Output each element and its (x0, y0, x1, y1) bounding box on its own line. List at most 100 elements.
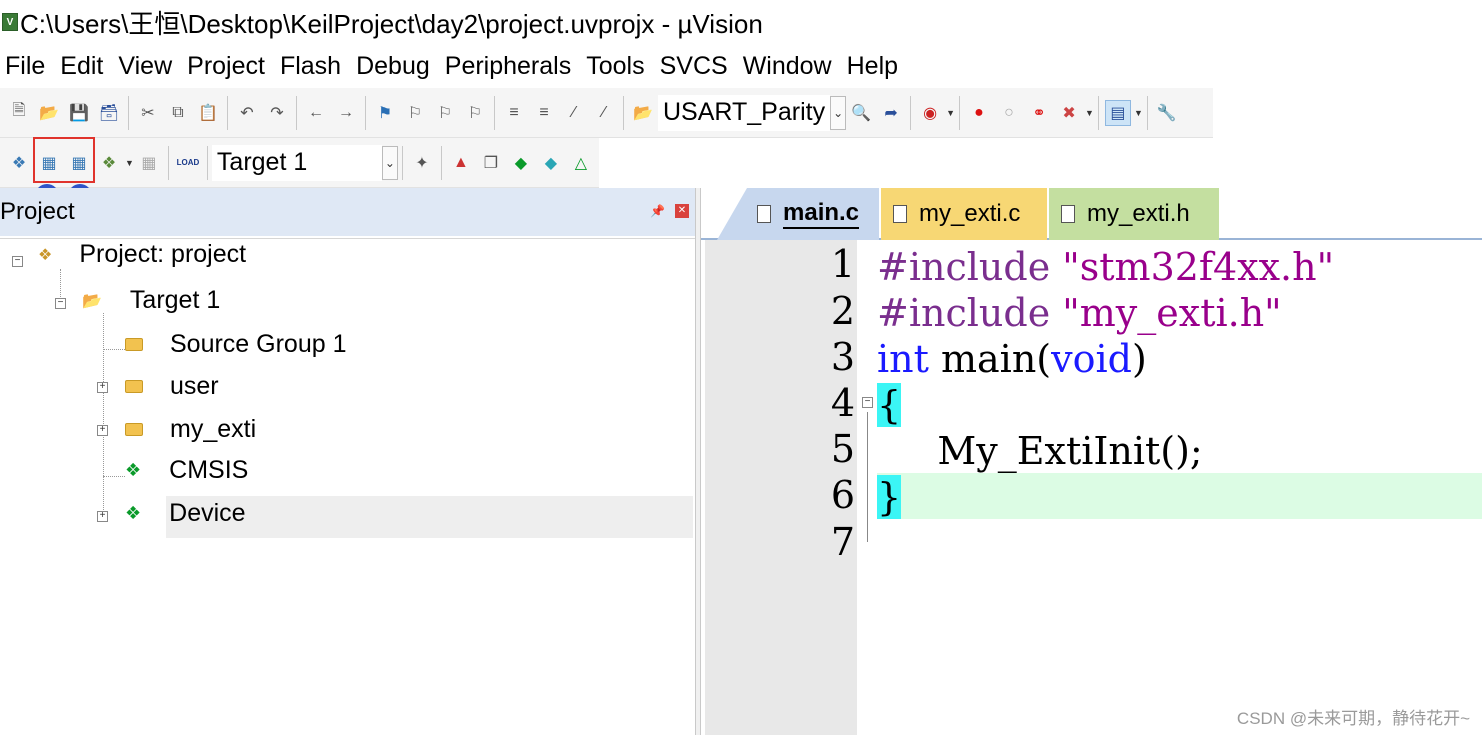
watermark: CSDN @未来可期，静待花开~ (1236, 709, 1470, 728)
keyword-token: void (1051, 337, 1132, 381)
nav-back-icon[interactable]: ← (303, 100, 329, 126)
dropdown-arrow-icon[interactable]: ▼ (1134, 108, 1143, 118)
menu-flash[interactable]: Flash (275, 52, 351, 81)
dropdown-arrow-icon[interactable]: ▼ (125, 158, 134, 168)
tree-item-label: Device (169, 499, 246, 527)
menu-peripherals[interactable]: Peripherals (440, 52, 581, 81)
menu-help[interactable]: Help (842, 52, 908, 81)
redo-icon[interactable]: ↷ (264, 100, 290, 126)
matched-brace: } (877, 475, 902, 519)
tab-main-c[interactable]: main.c (717, 188, 879, 240)
open-folder-icon[interactable]: 📂 (36, 100, 62, 126)
new-file-icon[interactable]: 🗎 (6, 100, 32, 126)
undo-icon[interactable]: ↶ (234, 100, 260, 126)
stop-build-icon[interactable]: ▦ (136, 150, 162, 176)
toolbar-separator (401, 145, 403, 180)
toolbar-separator (1097, 95, 1099, 130)
disable-breakpoint-icon[interactable]: ○ (996, 100, 1022, 126)
configure-wrench-icon[interactable]: 🔧 (1154, 100, 1180, 126)
toolbar-separator (1146, 95, 1148, 130)
incremental-find-icon[interactable]: ➦ (878, 100, 904, 126)
save-all-icon[interactable]: 🗃 (96, 100, 122, 126)
breakpoint-icon[interactable]: ● (966, 100, 992, 126)
uncomment-icon[interactable]: ⁄ (591, 100, 617, 126)
cut-icon[interactable]: ✂ (135, 100, 161, 126)
pane-splitter[interactable] (695, 188, 701, 735)
find-combo[interactable]: USART_Parity (658, 94, 831, 131)
manage-project-items-icon[interactable]: ▲ (448, 150, 474, 176)
tree-root-project[interactable]: ❖ Project: project (38, 240, 246, 269)
menu-svcs[interactable]: SVCS (655, 52, 738, 81)
window-layout-icon[interactable]: ▤ (1104, 99, 1131, 126)
tree-item-device[interactable]: ❖ Device (125, 499, 246, 528)
disable-all-breakpoints-icon[interactable]: ⚭ (1026, 100, 1052, 126)
unindent-icon[interactable]: ≡ (531, 100, 557, 126)
download-load-icon[interactable]: LOAD (175, 150, 201, 176)
matched-brace: { (877, 383, 902, 427)
find-in-files-icon[interactable]: 📂 (630, 100, 656, 126)
copy-icon[interactable]: ⧉ (165, 100, 191, 126)
dropdown-arrow-icon[interactable]: ▼ (1085, 108, 1094, 118)
next-bookmark-icon[interactable]: ⚐ (432, 100, 458, 126)
menu-project[interactable]: Project (182, 52, 275, 81)
chevron-down-icon[interactable]: ⌄ (381, 145, 398, 180)
fold-margin: − (857, 240, 875, 735)
nav-forward-icon[interactable]: → (333, 100, 359, 126)
dropdown-arrow-icon[interactable]: ▼ (946, 108, 955, 118)
pin-icon[interactable]: 📌 (650, 204, 665, 218)
run-time-environment-icon[interactable]: ◆ (508, 150, 534, 176)
comment-icon[interactable]: ⁄ (561, 100, 587, 126)
tree-item-target[interactable]: 📂 Target 1 (82, 286, 220, 315)
preprocessor-token: #include (877, 291, 1051, 335)
menu-window[interactable]: Window (738, 52, 842, 81)
toolbar-separator (128, 95, 129, 130)
code-editor[interactable]: − 1 2 3 4 5 6 7 #include "stm32f4xx.h" #… (705, 240, 1482, 735)
line-number: 1 (830, 242, 855, 286)
paste-icon[interactable]: 📋 (195, 100, 221, 126)
window-title: C:\Users\王恒\Desktop\KeilProject\day2\pro… (20, 8, 763, 39)
expand-toggle[interactable]: + (97, 382, 108, 393)
indent-icon[interactable]: ≡ (501, 100, 527, 126)
multi-project-icon[interactable]: ❐ (478, 150, 504, 176)
tree-item-user[interactable]: user (125, 372, 219, 401)
target-select-value: Target 1 (216, 148, 308, 176)
menu-file[interactable]: File (0, 52, 55, 81)
menu-view[interactable]: View (113, 52, 182, 81)
select-packs-icon[interactable]: △ (568, 150, 594, 176)
tree-item-label: Source Group 1 (170, 330, 347, 358)
menu-edit[interactable]: Edit (55, 52, 113, 81)
pack-installer-icon[interactable]: ◆ (538, 150, 564, 176)
expand-toggle[interactable]: + (97, 511, 108, 522)
chevron-down-icon[interactable]: ⌄ (830, 95, 847, 130)
tab-my-exti-c[interactable]: my_exti.c (881, 188, 1047, 240)
bookmark-icon[interactable]: ⚑ (372, 100, 398, 126)
menu-tools[interactable]: Tools (581, 52, 654, 81)
translate-icon[interactable]: ❖ (6, 150, 32, 176)
tree-item-cmsis[interactable]: ❖ CMSIS (125, 456, 248, 485)
string-token: "stm32f4xx.h" (1062, 245, 1335, 289)
line-number: 4 (830, 381, 855, 425)
collapse-toggle[interactable]: − (55, 298, 66, 309)
code-line-5: My_ExtiInit(); (877, 428, 1202, 474)
clear-bookmarks-icon[interactable]: ⚐ (462, 100, 488, 126)
prev-bookmark-icon[interactable]: ⚐ (402, 100, 428, 126)
close-icon[interactable]: ✕ (675, 204, 689, 218)
toolbar-separator (910, 95, 912, 130)
debug-session-icon[interactable]: ◉ (917, 100, 943, 126)
highlight-box (33, 137, 95, 183)
tree-item-my-exti[interactable]: my_exti (125, 415, 256, 444)
tree-item-label: CMSIS (169, 456, 249, 484)
target-select[interactable]: Target 1 (211, 144, 382, 181)
kill-breakpoints-icon[interactable]: ✖ (1056, 100, 1082, 126)
save-icon[interactable]: 💾 (66, 100, 92, 126)
line-number: 2 (830, 289, 855, 333)
fold-toggle[interactable]: − (862, 397, 873, 408)
tree-item-source-group-1[interactable]: Source Group 1 (125, 330, 347, 359)
collapse-toggle[interactable]: − (12, 256, 23, 267)
target-options-icon[interactable]: ✦ (409, 150, 435, 176)
menu-debug[interactable]: Debug (351, 52, 440, 81)
batch-build-icon[interactable]: ❖ (96, 150, 122, 176)
tab-my-exti-h[interactable]: my_exti.h (1049, 188, 1219, 240)
expand-toggle[interactable]: + (97, 425, 108, 436)
find-icon[interactable]: 🔍 (848, 100, 874, 126)
